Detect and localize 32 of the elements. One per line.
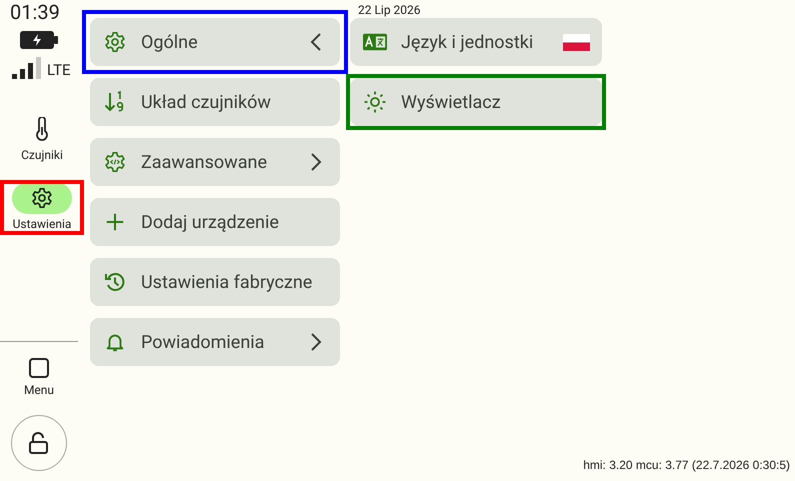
battery-charging-icon	[20, 31, 58, 49]
history-icon	[103, 270, 127, 294]
square-icon	[29, 358, 49, 378]
chevron-right-icon	[310, 152, 322, 172]
nav-item[interactable]: Ustawienia	[0, 180, 84, 235]
settings-icon	[104, 31, 126, 53]
translate-icon	[363, 33, 387, 51]
menu-item[interactable]: Układ czujników	[90, 78, 340, 126]
lock-button[interactable]	[11, 415, 67, 471]
clock-time: 01:39	[10, 0, 60, 24]
menu-item[interactable]: Powiadomienia	[90, 318, 340, 366]
chevron-left-icon	[310, 32, 322, 52]
signal-icon	[12, 55, 44, 79]
flag-icon	[563, 34, 590, 50]
menu-item[interactable]: Zaawansowane	[90, 138, 340, 186]
settings-icon	[31, 187, 53, 209]
brightness-icon	[363, 90, 387, 114]
plus-icon	[104, 211, 126, 233]
unlocked-padlock-icon	[29, 432, 49, 454]
version-info: hmi: 3.20 mcu: 3.77 (22.7.2026 0:30:5)	[583, 458, 790, 472]
date-label: 22 Lip 2026	[358, 3, 422, 17]
menu-item[interactable]: Ogólne	[90, 18, 340, 66]
menu-item[interactable]: Ustawienia fabryczne	[90, 258, 340, 306]
submenu-item[interactable]: Wyświetlacz	[350, 78, 602, 126]
menu-item[interactable]: Dodaj urządzenie	[90, 198, 340, 246]
network-type: LTE	[47, 61, 71, 79]
submenu-item[interactable]: Język i jednostki	[350, 18, 602, 66]
thermometer-icon	[35, 117, 49, 141]
chevron-right-icon	[310, 332, 322, 352]
menu-button[interactable]: Menu	[24, 358, 54, 397]
code-gear-icon	[104, 151, 126, 173]
nav-item[interactable]: Czujniki	[0, 111, 84, 166]
